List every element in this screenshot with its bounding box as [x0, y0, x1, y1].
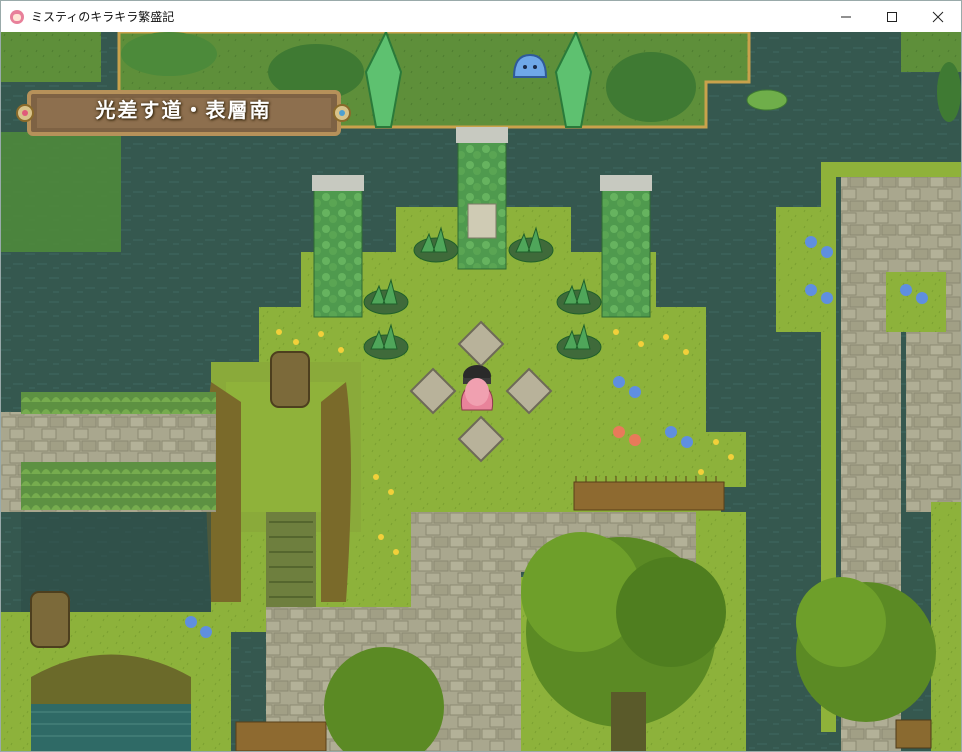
window-controls: [823, 1, 961, 32]
maximize-button[interactable]: [869, 1, 915, 32]
map-name: 光差す道・表層南: [95, 98, 272, 122]
game-window: ミスティのキラキラ繁盛記 光差す道・表層南: [0, 0, 962, 752]
blue-slime-sprite[interactable]: [510, 51, 550, 81]
window-title: ミスティのキラキラ繁盛記: [31, 10, 175, 24]
minimize-button[interactable]: [823, 1, 869, 32]
app-icon: [9, 9, 25, 25]
close-icon: [932, 11, 944, 22]
map-name-banner: 光差す道・表層南: [11, 84, 356, 142]
game-viewport[interactable]: 光差す道・表層南: [1, 32, 961, 751]
player-sprite[interactable]: [456, 362, 498, 414]
close-button[interactable]: [915, 1, 961, 32]
maximize-icon: [887, 11, 897, 22]
title-bar[interactable]: ミスティのキラキラ繁盛記: [1, 1, 961, 32]
minimize-icon: [841, 16, 851, 17]
